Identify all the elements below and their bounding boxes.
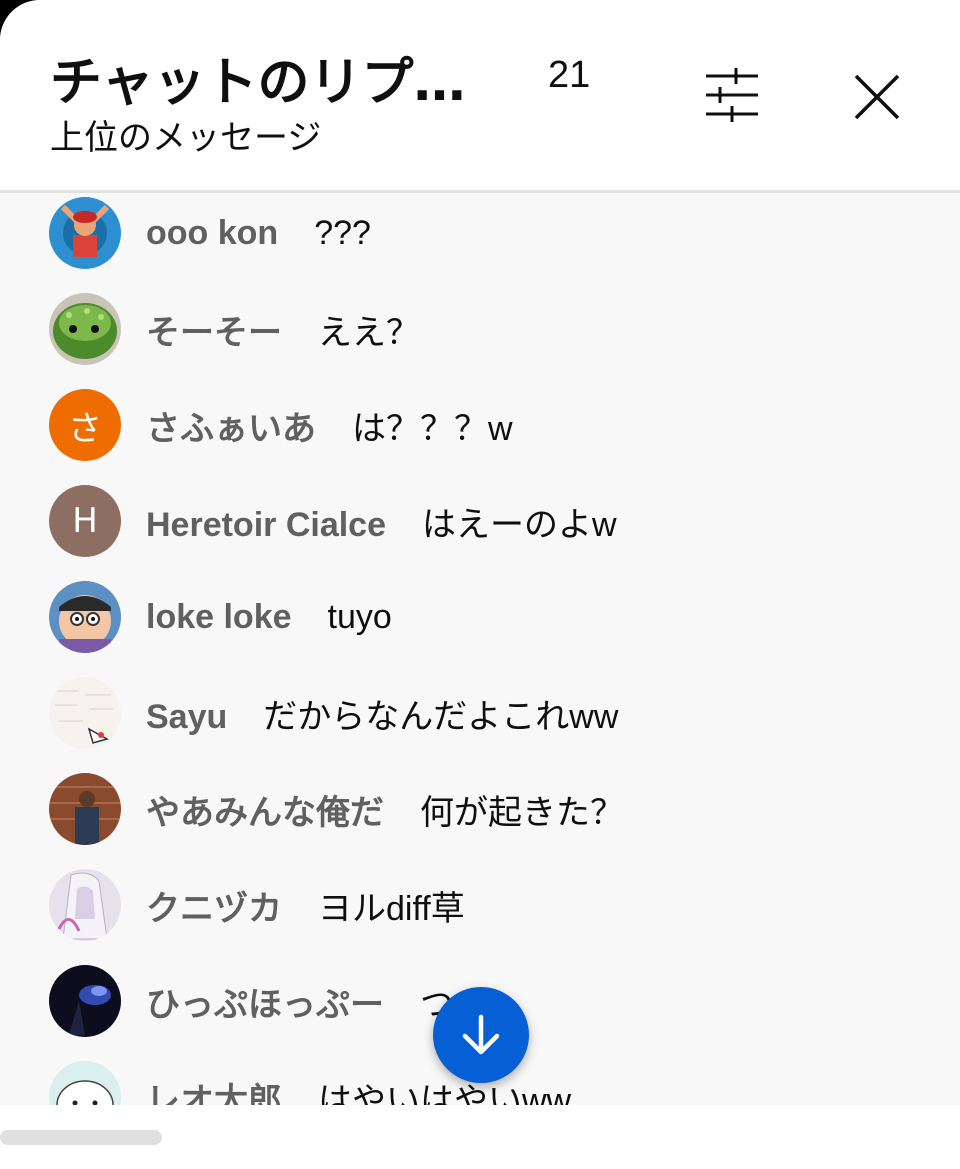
chat-mode-selector[interactable]: 上位のメッセージ bbox=[50, 110, 321, 159]
message-text: ええ？ bbox=[318, 313, 420, 352]
message-text: だからなんだよこれww bbox=[263, 697, 619, 736]
message-text: はえーのよw bbox=[422, 505, 617, 544]
avatar[interactable] bbox=[49, 869, 121, 941]
author-name[interactable]: Sayu bbox=[146, 698, 227, 736]
author-name[interactable]: やあみんな俺だ bbox=[146, 794, 384, 832]
avatar[interactable] bbox=[49, 197, 121, 269]
message-line: Sayu だからなんだよこれww bbox=[146, 689, 618, 738]
avatar[interactable]: H bbox=[49, 485, 121, 557]
avatar-letter: さ bbox=[68, 408, 102, 449]
avatar[interactable] bbox=[49, 1061, 121, 1105]
chat-message: クニヅカ ヨルdiff草 bbox=[0, 865, 960, 945]
author-name[interactable]: レオ太郎 bbox=[146, 1082, 282, 1106]
author-name[interactable]: クニヅカ bbox=[146, 890, 282, 928]
author-name[interactable]: ooo kon bbox=[146, 214, 278, 252]
author-name[interactable]: さふぁいあ bbox=[146, 410, 316, 448]
message-line: loke loke tuyo bbox=[146, 598, 392, 637]
message-line: レオ太郎 はやいはやいww bbox=[146, 1073, 571, 1106]
chat-message: ooo kon??? bbox=[0, 193, 960, 273]
chat-header: チャットのリプ… 21 上位のメッセージ bbox=[0, 0, 960, 193]
message-line: やあみんな俺だ 何が起きた？ bbox=[146, 785, 624, 834]
message-text: はやいはやいww bbox=[318, 1081, 572, 1106]
author-name[interactable]: Heretoir Cialce bbox=[146, 506, 386, 544]
close-button[interactable] bbox=[850, 70, 904, 124]
chat-message: Sayu だからなんだよこれww bbox=[0, 673, 960, 753]
filter-button[interactable] bbox=[700, 66, 764, 124]
chat-message: H Heretoir Cialce はえーのよw bbox=[0, 481, 960, 561]
message-line: ooo kon??? bbox=[146, 214, 371, 253]
avatar[interactable]: さ bbox=[49, 389, 121, 461]
author-name[interactable]: ひっぷほっぷー bbox=[146, 986, 384, 1024]
avatar[interactable] bbox=[49, 677, 121, 749]
message-text: ??? bbox=[314, 213, 371, 252]
message-line: クニヅカ ヨルdiff草 bbox=[146, 881, 465, 930]
message-text: は？？？w bbox=[352, 409, 513, 448]
chat-message: やあみんな俺だ 何が起きた？ bbox=[0, 769, 960, 849]
sliders-icon bbox=[706, 68, 758, 122]
chat-message-list[interactable]: ooo kon??? そーそー ええ？ さ さふぁいあ は？？？w H Here… bbox=[0, 193, 960, 1105]
avatar[interactable] bbox=[49, 773, 121, 845]
chat-title: チャットのリプ… bbox=[50, 53, 466, 113]
chat-message: そーそー ええ？ bbox=[0, 289, 960, 369]
avatar[interactable] bbox=[49, 293, 121, 365]
avatar[interactable] bbox=[49, 581, 121, 653]
message-line: そーそー ええ？ bbox=[146, 305, 420, 354]
chat-message: さ さふぁいあ は？？？w bbox=[0, 385, 960, 465]
scroll-to-latest-button[interactable] bbox=[433, 987, 529, 1083]
message-text: tuyo bbox=[327, 597, 392, 636]
arrow-down-icon bbox=[462, 1014, 500, 1055]
avatar[interactable] bbox=[49, 965, 121, 1037]
author-name[interactable]: そーそー bbox=[146, 314, 282, 352]
message-text: ヨルdiff草 bbox=[318, 889, 465, 928]
message-line: Heretoir Cialce はえーのよw bbox=[146, 497, 617, 546]
viewer-count: 21 bbox=[548, 54, 591, 96]
avatar-letter: H bbox=[72, 501, 98, 541]
message-line: さふぁいあ は？？？w bbox=[146, 401, 513, 450]
horizontal-scrollbar[interactable] bbox=[0, 1130, 162, 1145]
chat-replay-panel: チャットのリプ… 21 上位のメッセージ ooo kon ??? そーそー ええ… bbox=[0, 0, 960, 1169]
chat-message: loke loke tuyo bbox=[0, 577, 960, 657]
author-name[interactable]: loke loke bbox=[146, 598, 292, 636]
message-text: 何が起きた？ bbox=[420, 793, 624, 832]
close-icon bbox=[854, 74, 900, 120]
